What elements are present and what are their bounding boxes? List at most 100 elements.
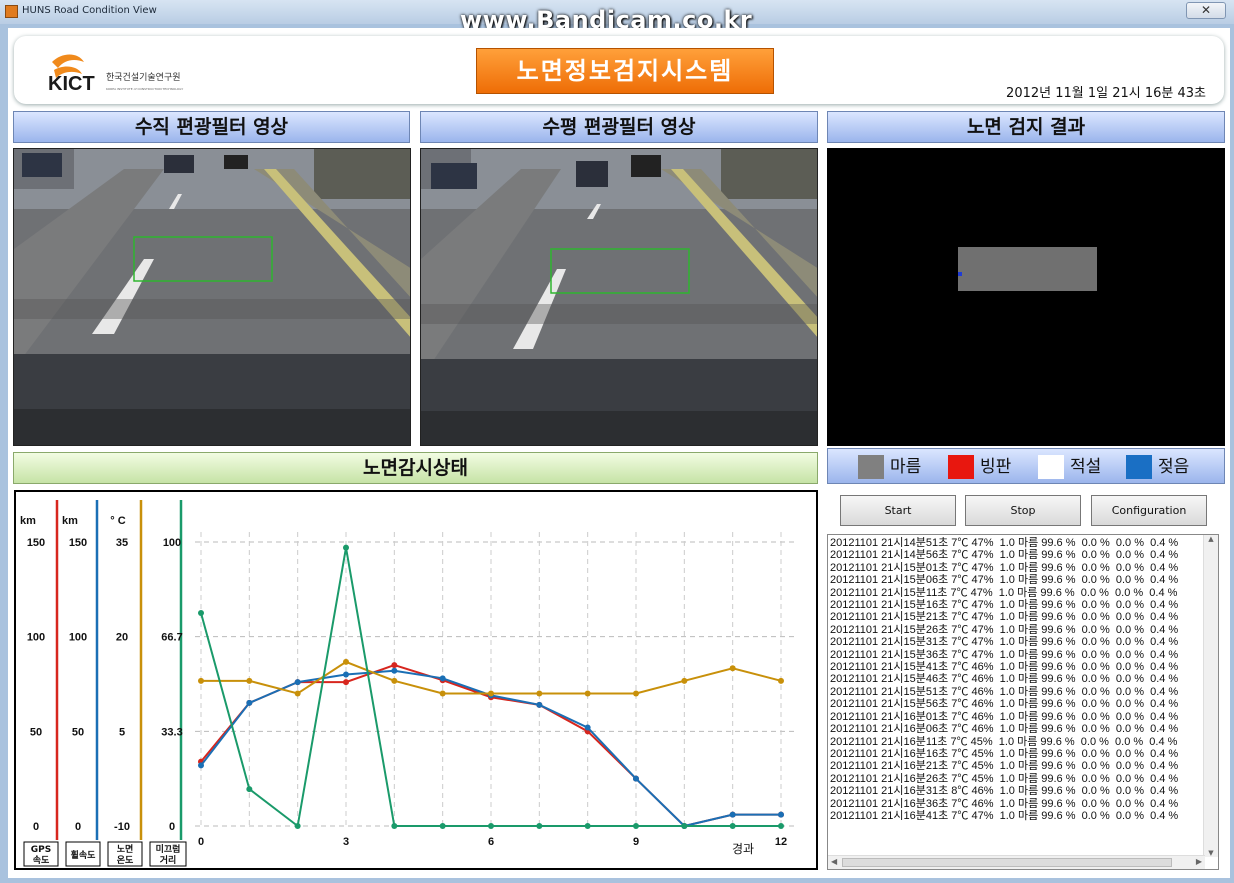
- x-tick-label: 12: [775, 836, 787, 848]
- series-point-1: [584, 724, 591, 731]
- series-point-2: [391, 677, 398, 684]
- log-line: 20121101 21시15분36초 7℃ 47% 1.0 마름 99.6 % …: [830, 648, 1179, 661]
- axis-toggle-label-2: 노면: [117, 843, 134, 855]
- series-point-1: [536, 701, 543, 708]
- log-line: 20121101 21시16분26초 7℃ 45% 1.0 마름 99.6 % …: [830, 772, 1179, 785]
- monitoring-header: 노면감시상태: [13, 452, 818, 484]
- series-point-1: [246, 699, 253, 706]
- x-axis-label: 경과: [732, 842, 754, 856]
- scroll-right-arrow[interactable]: ▶: [1196, 857, 1202, 866]
- axis-tick-1: 100: [69, 632, 87, 644]
- log-line: 20121101 21시15분26초 7℃ 47% 1.0 마름 99.6 % …: [830, 623, 1179, 636]
- x-tick-label: 9: [633, 836, 639, 848]
- series-point-0: [343, 679, 349, 686]
- log-line: 20121101 21시15분56초 7℃ 46% 1.0 마름 99.6 % …: [830, 698, 1179, 711]
- series-point-2: [294, 690, 301, 697]
- series-point-3: [536, 823, 543, 829]
- axis-tick-2: -10: [114, 821, 130, 833]
- x-tick-label: 3: [343, 836, 349, 848]
- series-point-3: [633, 823, 639, 829]
- x-tick-label: 0: [198, 836, 204, 848]
- legend-dry: 마름: [858, 455, 921, 479]
- axis-tick-3: 33.3: [161, 726, 182, 738]
- window-title: HUNS Road Condition View: [22, 5, 157, 16]
- vertical-scrollbar[interactable]: ▲ ▼: [1203, 535, 1218, 857]
- series-point-2: [536, 690, 543, 697]
- log-line: 20121101 21시14분56초 7℃ 47% 1.0 마름 99.6 % …: [830, 549, 1179, 562]
- log-line: 20121101 21시14분51초 7℃ 47% 1.0 마름 99.6 % …: [830, 537, 1179, 549]
- series-point-3: [729, 823, 736, 829]
- log-line: 20121101 21시15분11초 7℃ 47% 1.0 마름 99.6 % …: [830, 586, 1178, 599]
- axis-tick-0: 100: [27, 632, 45, 644]
- legend-snow-swatch: [1038, 455, 1064, 479]
- series-point-2: [343, 658, 349, 665]
- log-line: 20121101 21시16분06초 7℃ 46% 1.0 마름 99.6 % …: [830, 723, 1179, 736]
- logo-english: KOREA INSTITUTE of CONSTRUCTION TECHNOLO…: [106, 87, 183, 91]
- datetime-display: 2012년 11월 1일 21시 16분 43초: [1006, 86, 1206, 101]
- title-bar[interactable]: HUNS Road Condition View www.Bandicam.co…: [0, 0, 1234, 34]
- axis-unit-1: km: [62, 515, 78, 527]
- legend-wet: 젖음: [1126, 455, 1189, 479]
- axis-toggle-label-0: 속도: [33, 854, 50, 866]
- series-point-3: [391, 823, 398, 829]
- x-tick-label: 6: [488, 836, 494, 848]
- log-line: 20121101 21시15분21초 7℃ 47% 1.0 마름 99.6 % …: [830, 611, 1179, 624]
- log-line: 20121101 21시16분36초 7℃ 46% 1.0 마름 99.6 % …: [830, 797, 1179, 810]
- legend-snow: 적설: [1038, 455, 1101, 479]
- header-panel: KICT 한국건설기술연구원 KOREA INSTITUTE of CONSTR…: [14, 36, 1224, 104]
- axis-toggle-label-3: 미끄럼: [156, 843, 181, 855]
- app-icon: [5, 5, 18, 18]
- series-point-1: [778, 811, 784, 818]
- start-button[interactable]: Start: [840, 495, 956, 526]
- horizontal-scrollbar[interactable]: ◀ ▶: [828, 855, 1205, 869]
- series-point-2: [246, 677, 253, 684]
- series-point-2: [633, 690, 639, 697]
- horizontal-filter-video: [420, 148, 818, 446]
- axis-tick-3: 100: [163, 537, 181, 549]
- log-line: 20121101 21시15분51초 7℃ 46% 1.0 마름 99.6 % …: [830, 685, 1179, 698]
- series-point-2: [488, 690, 494, 697]
- detection-log-list[interactable]: 20121101 21시14분51초 7℃ 47% 1.0 마름 99.6 % …: [827, 534, 1219, 870]
- legend-dry-swatch: [858, 455, 884, 479]
- series-point-2: [681, 677, 688, 684]
- series-point-2: [729, 665, 736, 672]
- series-point-3: [294, 823, 301, 829]
- axis-toggle-label-1: 휠속도: [71, 849, 97, 861]
- system-title: 노면정보검지시스템: [476, 48, 774, 94]
- log-lines: 20121101 21시14분51초 7℃ 47% 1.0 마름 99.6 % …: [830, 537, 1205, 822]
- series-point-2: [198, 677, 204, 684]
- log-line: 20121101 21시16분31초 8℃ 46% 1.0 마름 99.6 % …: [830, 785, 1179, 798]
- axis-tick-2: 35: [116, 537, 128, 549]
- detection-result-header: 노면 검지 결과: [827, 111, 1225, 143]
- axis-toggle-label-2: 온도: [117, 855, 134, 866]
- series-point-2: [584, 690, 591, 697]
- series-point-1: [198, 762, 204, 769]
- series-point-1: [633, 775, 639, 782]
- stop-button[interactable]: Stop: [965, 495, 1081, 526]
- series-point-1: [729, 811, 736, 818]
- scroll-left-arrow[interactable]: ◀: [831, 857, 837, 866]
- close-button[interactable]: ✕: [1186, 2, 1226, 19]
- scroll-thumb[interactable]: [842, 858, 1172, 867]
- axis-tick-1: 0: [75, 821, 81, 833]
- detection-result-view: [827, 148, 1225, 446]
- series-point-3: [198, 610, 204, 616]
- client-area: KICT 한국건설기술연구원 KOREA INSTITUTE of CONSTR…: [8, 28, 1230, 878]
- log-line: 20121101 21시15분31초 7℃ 47% 1.0 마름 99.6 % …: [830, 636, 1179, 649]
- vertical-filter-header: 수직 편광필터 영상: [13, 111, 410, 143]
- scroll-up-arrow[interactable]: ▲: [1204, 535, 1218, 547]
- scroll-down-arrow[interactable]: ▼: [1204, 849, 1218, 857]
- series-point-3: [343, 544, 349, 551]
- road-condition-legend: 마름 빙판 적설 젖음: [827, 448, 1225, 484]
- log-line: 20121101 21시15분01초 7℃ 47% 1.0 마름 99.6 % …: [830, 561, 1179, 574]
- log-line: 20121101 21시16분11초 7℃ 45% 1.0 마름 99.6 % …: [830, 735, 1178, 748]
- axis-tick-3: 66.7: [161, 632, 182, 644]
- series-point-1: [294, 679, 301, 686]
- series-point-2: [439, 690, 446, 697]
- configuration-button[interactable]: Configuration: [1091, 495, 1207, 526]
- log-line: 20121101 21시16분01초 7℃ 46% 1.0 마름 99.6 % …: [830, 710, 1179, 723]
- horizontal-filter-header: 수평 편광필터 영상: [420, 111, 818, 143]
- series-point-3: [439, 823, 446, 829]
- application-window: HUNS Road Condition View www.Bandicam.co…: [0, 0, 1234, 883]
- series-point-3: [488, 823, 494, 829]
